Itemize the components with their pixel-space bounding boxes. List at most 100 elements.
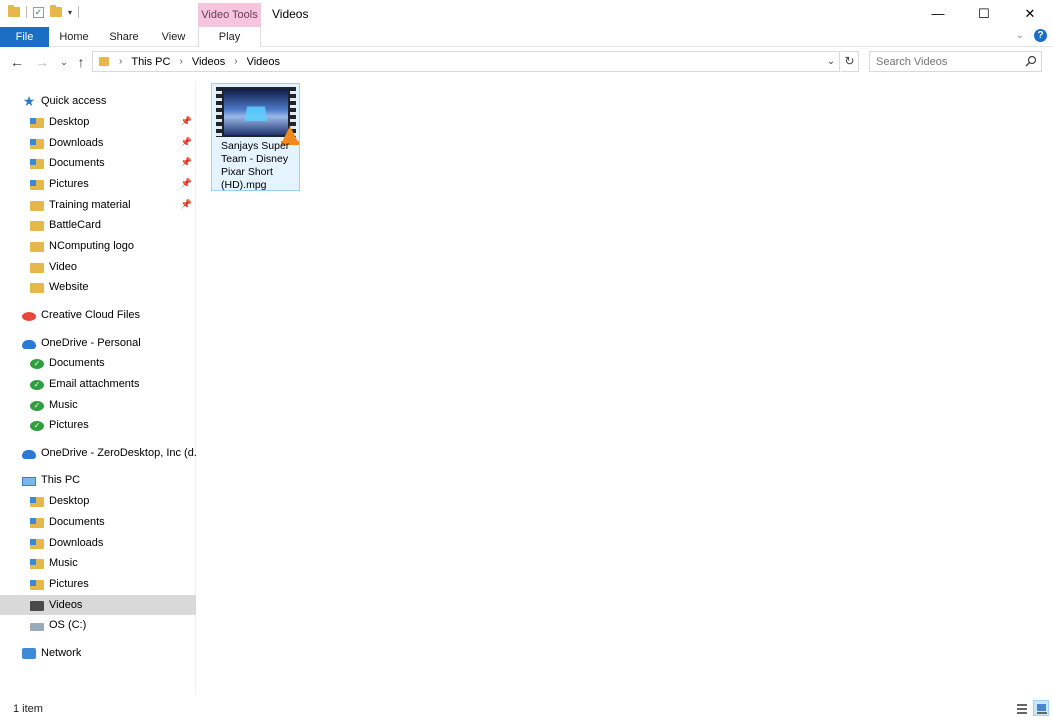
expand-ribbon-icon[interactable]: ⌄ (1016, 30, 1024, 41)
chevron-right-icon[interactable]: › (234, 56, 237, 67)
pin-icon[interactable]: 📌 (181, 157, 192, 168)
nav-item-training-material[interactable]: Training material 📌 (0, 195, 196, 215)
nav-label: OneDrive - ZeroDesktop, Inc (d.b.a (41, 447, 196, 459)
window-controls: — ☐ ✕ (915, 0, 1053, 27)
nav-label: Video (49, 261, 77, 273)
minimize-button[interactable]: — (915, 0, 961, 27)
details-view-icon[interactable] (1013, 700, 1029, 716)
film-strip-left (216, 87, 222, 137)
chevron-right-icon[interactable]: › (179, 56, 182, 67)
documents-folder-icon (30, 159, 44, 169)
file-name-line: (HD).mpg (221, 179, 267, 191)
chevron-down-icon[interactable]: ⌄ (824, 52, 838, 71)
nav-item-desktop[interactable]: Desktop 📌 (0, 112, 196, 132)
maximize-button[interactable]: ☐ (961, 0, 1007, 27)
refresh-button[interactable]: ↻ (841, 51, 859, 72)
file-item[interactable]: Sanjays Super Team - Disney Pixar Short … (211, 83, 300, 191)
nav-item-email-attachments[interactable]: ✓ Email attachments (0, 374, 196, 394)
search-icon (1025, 55, 1037, 67)
nav-item-onedrive-documents[interactable]: ✓ Documents (0, 353, 196, 373)
nav-onedrive-zerodesktop[interactable]: OneDrive - ZeroDesktop, Inc (d.b.a (0, 443, 196, 463)
close-button[interactable]: ✕ (1007, 0, 1053, 27)
nav-item-website[interactable]: Website (0, 277, 196, 297)
nav-label: Quick access (41, 95, 107, 107)
up-arrow-icon[interactable]: ↑ (72, 52, 90, 72)
star-icon: ★ (22, 93, 36, 109)
breadcrumb-videos-current[interactable]: Videos (247, 56, 280, 68)
properties-icon[interactable]: ✓ (33, 6, 44, 18)
desktop-folder-icon (30, 118, 44, 128)
pictures-folder-icon (30, 180, 44, 190)
divider (78, 6, 80, 18)
onedrive-icon (22, 450, 36, 459)
new-folder-icon[interactable] (50, 5, 62, 17)
breadcrumb-videos[interactable]: Videos (192, 56, 225, 68)
folder-icon (99, 57, 109, 66)
nav-label: Network (41, 647, 82, 659)
pin-icon[interactable]: 📌 (181, 137, 192, 148)
nav-label: Pictures (49, 419, 89, 431)
navigation-bar: ← → ⌄ ↑ › This PC › Videos › Videos ⌄ ↻ (0, 50, 1053, 74)
nav-onedrive-personal[interactable]: OneDrive - Personal (0, 333, 196, 353)
nav-label: BattleCard (49, 219, 101, 231)
breadcrumb-this-pc[interactable]: This PC (131, 56, 170, 68)
tab-share[interactable]: Share (99, 27, 149, 47)
nav-item-onedrive-music[interactable]: ✓ Music (0, 395, 196, 415)
nav-item-pc-downloads[interactable]: Downloads (0, 533, 196, 553)
nav-label: Documents (49, 157, 105, 169)
music-folder-icon (30, 559, 44, 569)
file-name-line: Team - Disney (221, 153, 289, 165)
nav-item-video[interactable]: Video (0, 257, 196, 277)
back-arrow-icon[interactable]: ← (8, 52, 26, 72)
nav-item-pc-documents[interactable]: Documents (0, 512, 196, 532)
large-icons-view-icon[interactable] (1033, 700, 1049, 716)
pin-icon[interactable]: 📌 (181, 199, 192, 210)
pin-icon[interactable]: 📌 (181, 116, 192, 127)
nav-creative-cloud-files[interactable]: Creative Cloud Files (0, 305, 196, 325)
nav-label: Email attachments (49, 378, 140, 390)
search-input[interactable] (869, 51, 1042, 72)
chevron-right-icon[interactable]: › (119, 56, 122, 67)
tab-file[interactable]: File (0, 27, 49, 47)
title-bar: ✓ ▾ Video Tools Videos — ☐ ✕ (0, 0, 1053, 27)
nav-label: Downloads (49, 537, 104, 549)
pin-icon[interactable]: 📌 (181, 178, 192, 189)
nav-item-pictures[interactable]: Pictures 📌 (0, 174, 196, 194)
folder-icon (8, 5, 20, 17)
sync-check-icon: ✓ (30, 380, 44, 390)
nav-network[interactable]: Network (0, 643, 196, 663)
nav-item-downloads[interactable]: Downloads 📌 (0, 133, 196, 153)
customize-toolbar-icon[interactable]: ▾ (68, 8, 72, 17)
nav-item-pc-music[interactable]: Music (0, 553, 196, 573)
nav-label: OS (C:) (49, 619, 87, 631)
ribbon-tabs: File Home Share View Play ⌄ ? (0, 27, 1053, 47)
nav-this-pc[interactable]: This PC (0, 470, 196, 490)
nav-item-pc-videos[interactable]: Videos (0, 595, 196, 615)
forward-arrow-icon[interactable]: → (33, 52, 51, 72)
nav-item-pc-desktop[interactable]: Desktop (0, 491, 196, 511)
tab-home[interactable]: Home (49, 27, 99, 47)
file-name-line: Sanjays Super (221, 140, 290, 152)
nav-item-pc-pictures[interactable]: Pictures (0, 574, 196, 594)
nav-item-onedrive-pictures[interactable]: ✓ Pictures (0, 415, 196, 435)
file-list[interactable]: Sanjays Super Team - Disney Pixar Short … (197, 74, 1053, 694)
status-bar: 1 item (0, 698, 1053, 720)
nav-item-battlecard[interactable]: BattleCard (0, 215, 196, 235)
nav-label: Training material (49, 199, 131, 211)
computer-icon (22, 476, 36, 486)
address-bar[interactable]: › This PC › Videos › Videos ⌄ (92, 51, 840, 72)
tab-play[interactable]: Play (198, 27, 261, 47)
nav-item-documents[interactable]: Documents 📌 (0, 153, 196, 173)
nav-quick-access[interactable]: ★ Quick access (0, 91, 196, 111)
nav-label: Music (49, 557, 78, 569)
recent-locations-chevron-icon[interactable]: ⌄ (55, 52, 73, 72)
tab-view[interactable]: View (149, 27, 198, 47)
file-name: Sanjays Super Team - Disney Pixar Short … (221, 140, 297, 192)
folder-icon (30, 201, 44, 211)
nav-item-os-c[interactable]: OS (C:) (0, 615, 196, 635)
folder-icon (30, 221, 44, 231)
folder-icon (30, 242, 44, 252)
nav-item-ncomputing-logo[interactable]: NComputing logo (0, 236, 196, 256)
help-icon[interactable]: ? (1034, 29, 1047, 42)
window-title: Videos (272, 7, 309, 21)
